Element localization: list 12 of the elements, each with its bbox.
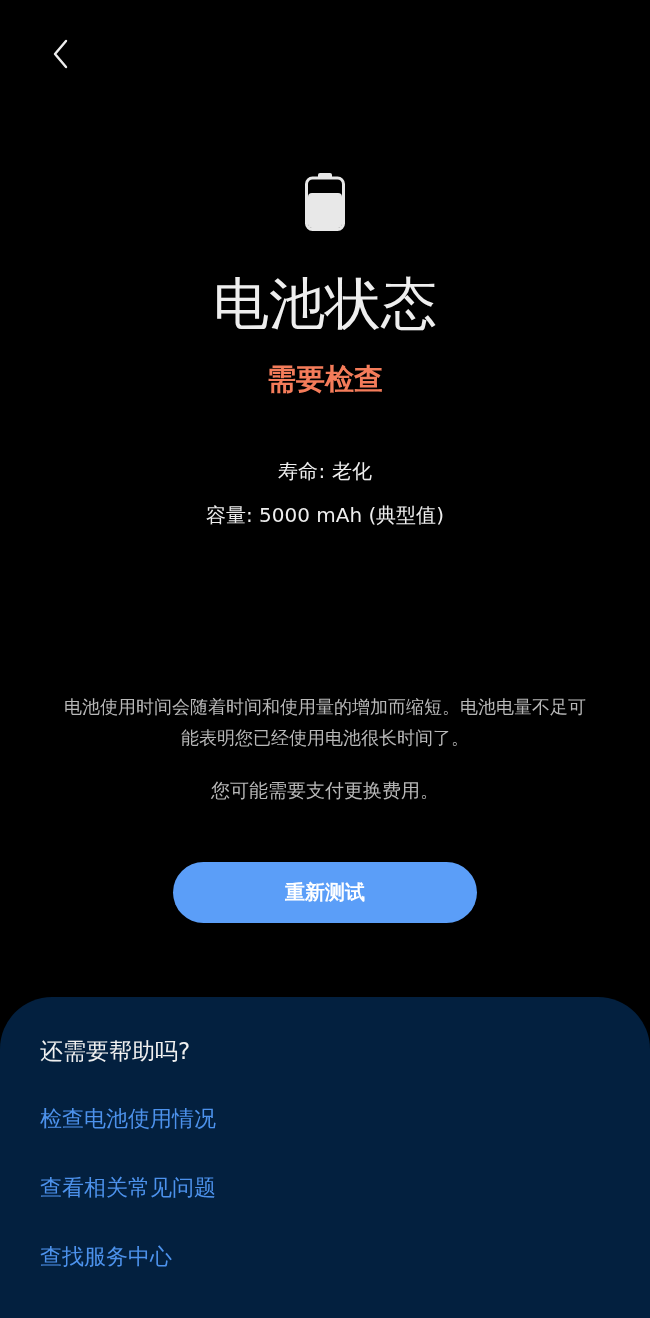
help-link[interactable]: 检查电池使用情况 [40, 1103, 216, 1135]
help-link[interactable]: 查看相关常见问题 [40, 1172, 216, 1204]
help-link[interactable]: 查找服务中心 [40, 1241, 172, 1273]
page-title: 电池状态 [212, 271, 438, 337]
detail-text: 寿命: 老化 [277, 458, 373, 485]
battery-status: 需要检查 [266, 361, 384, 398]
note-text: 您可能需要支付更换费用。 [210, 779, 440, 803]
description-text: 电池使用时间会随着时间和使用量的增加而缩短。电池电量不足可能表明您已经使用电池很长时间了。 [63, 695, 587, 750]
retest-button[interactable]: 重新测试 [173, 862, 477, 923]
help-heading: 还需要帮助吗? [40, 1037, 192, 1066]
detail-text: 容量: 5000 mAh (典型值) [204, 502, 446, 529]
battery-icon [305, 173, 345, 231]
